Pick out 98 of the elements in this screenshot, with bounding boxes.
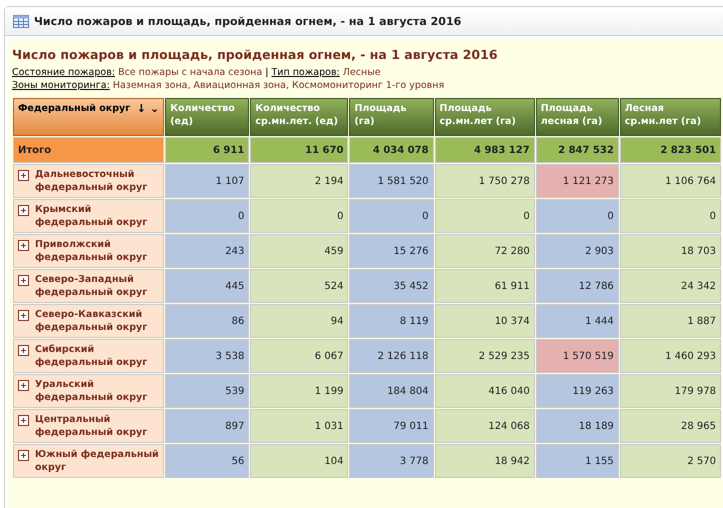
row-label: Северо-Кавказский федеральный округ	[35, 308, 148, 334]
row-label: Приволжский федеральный округ	[35, 238, 148, 264]
row-label: Уральский федеральный округ	[35, 378, 148, 404]
filter-value: Наземная зона, Авиационная зона, Космомониторинг 1-го уровня	[112, 80, 444, 91]
table-cell: 0	[536, 199, 619, 233]
expand-icon[interactable]	[18, 275, 29, 286]
table-cell: 15 276	[349, 234, 434, 268]
table-cell: 24 342	[620, 269, 721, 303]
table-cell: 104	[250, 444, 348, 478]
column-header[interactable]: Площадь ср.мн.лет (га)	[434, 98, 535, 136]
table-cell: 94	[250, 304, 348, 338]
table-cell: 72 280	[434, 234, 535, 268]
table-cell: 1 106 764	[620, 164, 721, 198]
table-cell: 1 570 519	[536, 339, 619, 373]
separator: |	[265, 67, 268, 78]
total-cell: 2 847 532	[536, 137, 619, 163]
table-cell: 1 750 278	[434, 164, 535, 198]
expand-icon[interactable]	[18, 345, 29, 356]
expand-icon[interactable]	[18, 450, 29, 461]
table-cell: 1 887	[620, 304, 721, 338]
table-cell: 86	[165, 304, 250, 338]
table-cell: 539	[165, 374, 250, 408]
sort-button[interactable]: ↓	[136, 102, 146, 115]
row-label: Дальневосточный федеральный округ	[35, 168, 148, 194]
table-cell: 1 444	[536, 304, 619, 338]
column-header: Федеральный округ	[18, 102, 132, 115]
expand-icon[interactable]	[18, 205, 29, 216]
total-cell: 6 911	[165, 137, 250, 163]
filter-link[interactable]: Состояние пожаров:	[12, 67, 116, 78]
table-cell: 18 942	[434, 444, 535, 478]
table-cell: 6 067	[250, 339, 348, 373]
table-cell: 10 374	[434, 304, 535, 338]
table-cell: 416 040	[434, 374, 535, 408]
table-cell: 897	[165, 409, 250, 443]
table-cell: 2 126 118	[349, 339, 434, 373]
table-cell: 2 529 235	[434, 339, 535, 373]
table-cell: 1 199	[250, 374, 348, 408]
table-cell: 445	[165, 269, 250, 303]
table-cell: 1 155	[536, 444, 619, 478]
table-cell: 0	[250, 199, 348, 233]
menu-button[interactable]: ⌄	[150, 102, 160, 115]
table-cell: 2 903	[536, 234, 619, 268]
expand-icon[interactable]	[18, 170, 29, 181]
total-cell: 4 983 127	[434, 137, 535, 163]
table-cell: 119 263	[536, 374, 619, 408]
column-header[interactable]: Количество ср.мн.лет. (ед)	[250, 98, 348, 136]
table-cell: 0	[434, 199, 535, 233]
window-title: Число пожаров и площадь, пройденная огнем, - на 1 августа 2016	[34, 14, 462, 28]
table-cell: 18 703	[620, 234, 721, 268]
table-icon	[13, 14, 29, 28]
table-cell: 28 965	[620, 409, 721, 443]
table-cell: 56	[165, 444, 250, 478]
expand-icon[interactable]	[18, 380, 29, 391]
table-cell: 12 786	[536, 269, 619, 303]
table-cell: 2 570	[620, 444, 721, 478]
table-cell: 35 452	[349, 269, 434, 303]
column-header[interactable]: Лесная ср.мн.лет (га)	[620, 98, 721, 136]
table-cell: 3 778	[349, 444, 434, 478]
expand-icon[interactable]	[18, 310, 29, 321]
table-cell: 79 011	[349, 409, 434, 443]
table-cell: 61 911	[434, 269, 535, 303]
table-cell: 179 978	[620, 374, 721, 408]
table-cell: 0	[620, 199, 721, 233]
table-cell: 1 107	[165, 164, 250, 198]
filter-value: Лесные	[342, 67, 381, 78]
table-cell: 0	[165, 199, 250, 233]
row-label: Крымский федеральный округ	[35, 203, 148, 229]
table-cell: 18 189	[536, 409, 619, 443]
table-cell: 124 068	[434, 409, 535, 443]
table-cell: 3 538	[165, 339, 250, 373]
table-cell: 459	[250, 234, 348, 268]
total-label: Итого	[13, 137, 164, 163]
expand-icon[interactable]	[18, 415, 29, 426]
filter-link[interactable]: Зоны мониторинга:	[12, 80, 110, 91]
column-header[interactable]: Площадь (га)	[349, 98, 434, 136]
table-cell: 524	[250, 269, 348, 303]
row-label: Центральный федеральный округ	[35, 413, 148, 439]
row-label: Сибирский федеральный округ	[35, 343, 148, 369]
table-cell: 8 119	[349, 304, 434, 338]
table-cell: 1 460 293	[620, 339, 721, 373]
table-cell: 1 121 273	[536, 164, 619, 198]
total-cell: 4 034 078	[349, 137, 434, 163]
table-cell: 1 581 520	[349, 164, 434, 198]
filter-value: Все пожары с начала сезона	[118, 67, 262, 78]
table-cell: 0	[349, 199, 434, 233]
table-cell: 184 804	[349, 374, 434, 408]
filter-link[interactable]: Тип пожаров:	[271, 67, 340, 78]
expand-icon[interactable]	[18, 240, 29, 251]
column-header[interactable]: Количество (ед)	[165, 98, 250, 136]
row-label: Северо-Западный федеральный округ	[35, 273, 148, 299]
column-header[interactable]: Площадь лесная (га)	[536, 98, 619, 136]
row-label: Южный федеральный округ	[35, 448, 160, 474]
table-cell: 1 031	[250, 409, 348, 443]
table-cell: 243	[165, 234, 250, 268]
report-heading: Число пожаров и площадь, пройденная огнем, - на 1 августа 2016	[12, 47, 499, 62]
table-cell: 2 194	[250, 164, 348, 198]
total-cell: 11 670	[250, 137, 348, 163]
total-cell: 2 823 501	[620, 137, 721, 163]
